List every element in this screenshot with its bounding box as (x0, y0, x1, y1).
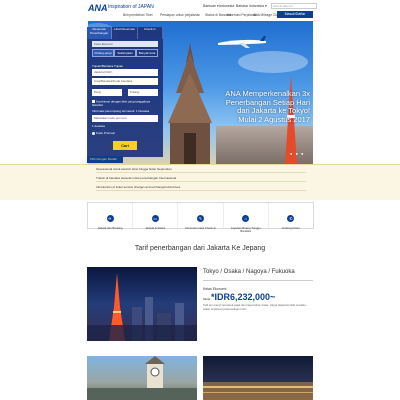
fare-note: Tarif per orang* termasuk pajak dan biay… (203, 304, 307, 311)
search-flights-button[interactable]: Cari (113, 141, 137, 150)
trip-roundtrip[interactable]: Pulang-pergi (92, 49, 114, 57)
booking-panel: Reservasi Penerbangan Lihat Reservasi Ch… (87, 27, 163, 157)
trip-multicity[interactable]: Banyak kota (136, 49, 158, 57)
quick-link-label: Jadwal dan Booking (97, 226, 123, 230)
fare-from-label: Mulai (203, 297, 211, 301)
quick-link-label: Hubungi Kami (282, 226, 300, 230)
fare-class: Kelas Ekonomi (203, 287, 227, 291)
ticker-badge[interactable]: Pilih Dengan Mudah (87, 156, 123, 163)
tokyo-night-image[interactable] (87, 267, 197, 341)
airplane-icon: ✈ (106, 215, 114, 222)
trip-oneway[interactable]: Sekali jalan (114, 49, 136, 57)
quick-link-contact[interactable]: ✆ Hubungi Kami (269, 203, 313, 230)
nav-buy-ticket[interactable]: Beli pembelian Tiket (123, 13, 153, 17)
return-date-field[interactable]: Pulang (128, 89, 158, 96)
to-field[interactable]: Kota/Bandara/Kode bandara (92, 78, 158, 85)
checkbox-label: Kombinasi dengan tiket yang tanggalnya f… (92, 99, 151, 107)
night-view-illustration (203, 382, 313, 400)
schedule-icon: ▭ (151, 215, 159, 222)
tab-view-reservation[interactable]: Lihat Reservasi (112, 27, 138, 39)
nav-mileage-club[interactable]: ANA Mileage Club (253, 13, 280, 17)
quick-link-lounge[interactable]: ⌂ Layanan Ruang Tunggu Bandara (224, 203, 269, 233)
quick-link-status[interactable]: ▭ Jadwal & Status (133, 203, 179, 230)
airplane-image (218, 36, 266, 48)
radio-icon[interactable] (92, 131, 95, 135)
temple-image (168, 43, 212, 164)
fare-route[interactable]: Tokyo / Osaka / Nagoya / Fukuoka (203, 269, 295, 275)
notice-item[interactable]: Transit di bandara Haneda untuk penerban… (96, 175, 306, 182)
divider (203, 280, 313, 281)
from-field[interactable]: Jakarta(CGK) (92, 69, 158, 76)
ana-logo[interactable]: ANA (88, 3, 108, 13)
cabin-select[interactable]: Kelas Ekonomi (92, 41, 158, 47)
hero-headline: ANA Memperkenalkan 3x Penerbangan Setiap… (218, 89, 310, 124)
quick-link-label: Jadwal & Status (145, 226, 166, 230)
login-button[interactable]: Masuk/Daftar (277, 11, 313, 18)
quick-link-checkin[interactable]: ✎ Informasi untuk Check-in (178, 203, 224, 230)
tagline: Inspiration of JAPAN (108, 4, 154, 10)
search-input[interactable]: Cari di situs ini (271, 3, 317, 9)
lounge-icon: ⌂ (242, 215, 250, 222)
quick-link-booking[interactable]: ✈ Jadwal dan Booking (88, 203, 134, 230)
passenger-summary[interactable]: 1 dewasa (92, 124, 105, 128)
passengers-label: Informasi penumpang termasuk: 1 Dewasa (92, 109, 150, 113)
to-label: Tujuan/Bandara Tujuan (92, 64, 124, 68)
cloud (238, 51, 308, 73)
promo-code-field[interactable]: Masukkan kode promosi (92, 115, 158, 122)
checkin-icon: ✎ (197, 215, 204, 222)
nav-preparation[interactable]: Persiapan untuk perjalanan (160, 13, 200, 17)
phone-icon: ✆ (287, 215, 295, 222)
city-skyline (216, 126, 313, 164)
quick-link-label: Layanan Ruang Tunggu Bandara (230, 226, 261, 234)
quick-links: ✈ Jadwal dan Booking ▭ Jadwal & Status ✎… (87, 202, 314, 233)
clock-tower-image[interactable] (87, 356, 197, 400)
tab-checkin[interactable]: Check-in (138, 27, 163, 39)
flexible-date-checkbox[interactable]: Kombinasi dengan tiket yang tanggalnya f… (92, 100, 160, 107)
hero-line: Mulai 2 Agustus 2017 (238, 114, 310, 124)
quick-link-label: Informasi untuk Check-in (185, 226, 216, 230)
site-header: ANA Inspiration of JAPAN Bantuan ▾ Indon… (0, 0, 400, 20)
language-link[interactable]: Bahasa Indonesia ▾ (236, 4, 267, 8)
night-view-image[interactable] (203, 356, 313, 400)
depart-date-field[interactable]: Pergi (92, 89, 122, 96)
carousel-dots[interactable]: ● ● ● (290, 151, 304, 156)
promo-radio[interactable]: Kode Promosi (92, 131, 115, 135)
notice-item[interactable]: Operasional untuk seluruh loket hingga b… (96, 166, 306, 173)
notice-item[interactable]: Introduction of ticket service charges a… (96, 184, 306, 191)
country-link[interactable]: Indonesia (219, 4, 234, 8)
section-title: Tarif penerbangan dari Jakarta Ke Jepang (134, 245, 266, 252)
clock-tower-illustration (87, 356, 197, 400)
help-link[interactable]: Bantuan ▾ (203, 4, 219, 8)
tab-reservation[interactable]: Reservasi Penerbangan (87, 27, 113, 39)
radio-label: Kode Promosi (96, 131, 115, 135)
fare-price[interactable]: *IDR6,232,000~ (211, 292, 275, 302)
tokyo-tower-night (87, 273, 197, 341)
booking-tabs: Reservasi Penerbangan Lihat Reservasi Ch… (87, 27, 163, 39)
